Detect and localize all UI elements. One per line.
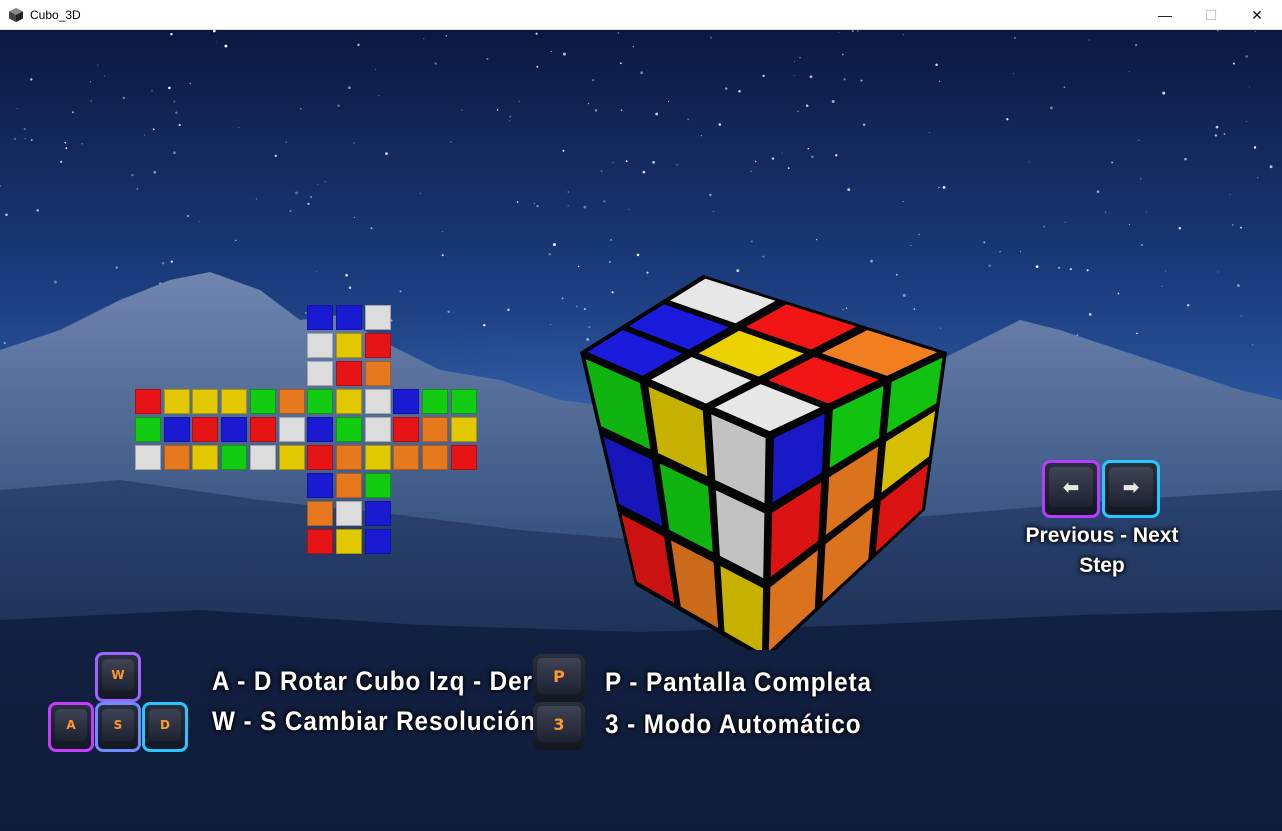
net-cell-back: [450, 445, 477, 470]
next-step-button[interactable]: ➡: [1102, 460, 1160, 518]
net-cell-bottom: [335, 529, 362, 554]
net-cell-top: [307, 333, 334, 358]
previous-step-button[interactable]: ⬅: [1042, 460, 1100, 518]
net-cell-front: [221, 445, 248, 470]
net-cell-back: [450, 389, 477, 414]
key-p-label: P: [553, 666, 565, 686]
close-icon: ✕: [1251, 6, 1263, 23]
instruction-auto-mode: 3 - Modo Automático: [605, 709, 862, 739]
maximize-icon: ☐: [1204, 6, 1218, 23]
net-cell-bottom: [307, 501, 334, 526]
net-cell-front: [249, 417, 276, 442]
p-3-keys: P 3: [533, 654, 588, 754]
key-p: P: [533, 654, 585, 702]
key-s-label: S: [113, 718, 123, 732]
net-cell-bottom: [364, 473, 391, 498]
instruction-fullscreen: P - Pantalla Completa: [605, 667, 872, 697]
scene-background: ⬅ ➡ Previous - Next Step W A S D A - D R…: [0, 30, 1282, 831]
net-cell-left: [135, 445, 161, 470]
net-cell-top: [364, 361, 391, 386]
net-cell-bottom: [307, 473, 334, 498]
key-w: W: [95, 652, 141, 702]
net-cell-bottom: [335, 473, 362, 498]
net-cell-back: [450, 417, 477, 442]
net-cell-left: [192, 445, 219, 470]
net-cell-front: [278, 389, 305, 414]
key-w-label: W: [111, 668, 125, 682]
step-label-line2: Step: [1079, 554, 1125, 577]
net-cell-top: [364, 305, 391, 330]
net-cell-right: [335, 417, 362, 442]
key-s: S: [95, 702, 141, 752]
arrow-right-icon: ➡: [1122, 475, 1140, 499]
key-d-label: D: [160, 718, 170, 732]
net-cell-front: [221, 417, 248, 442]
net-cell-top: [307, 305, 334, 330]
net-cell-front: [278, 445, 305, 470]
net-cell-right: [364, 389, 391, 414]
close-button[interactable]: ✕: [1234, 0, 1280, 30]
net-cell-back: [422, 417, 448, 442]
arrow-left-icon: ⬅: [1062, 475, 1080, 499]
net-cell-bottom: [364, 501, 391, 526]
net-cell-bottom: [335, 501, 362, 526]
key-3-label: 3: [553, 714, 565, 734]
key-3: 3: [533, 702, 585, 750]
net-cell-left: [163, 417, 190, 442]
net-cell-left: [135, 417, 161, 442]
step-controls: ⬅ ➡ Previous - Next Step: [1022, 458, 1182, 588]
net-cell-front: [278, 417, 305, 442]
instruction-resolution: W - S Cambiar Resolución: [212, 706, 537, 736]
net-cell-top: [335, 333, 362, 358]
net-cell-left: [192, 389, 219, 414]
wasd-keys: W A S D: [48, 650, 198, 760]
net-cell-back: [422, 445, 448, 470]
net-cell-right: [307, 389, 334, 414]
net-cell-back: [393, 445, 420, 470]
net-cell-top: [307, 361, 334, 386]
key-a-label: A: [66, 718, 76, 732]
window-titlebar: Cubo_3D — ☐ ✕: [0, 0, 1282, 30]
instruction-rotate: A - D Rotar Cubo Izq - Der: [212, 666, 533, 696]
net-cell-front: [221, 389, 248, 414]
minimize-button[interactable]: —: [1142, 0, 1188, 30]
key-d: D: [142, 702, 188, 752]
cube-unfolded-map: [135, 305, 479, 558]
maximize-button[interactable]: ☐: [1188, 0, 1234, 30]
net-cell-back: [393, 417, 420, 442]
net-cell-right: [335, 389, 362, 414]
key-a: A: [48, 702, 94, 752]
net-cell-top: [335, 361, 362, 386]
app-cube-icon: [9, 8, 23, 22]
step-label-line1: Previous - Next: [1025, 524, 1179, 547]
window-title: Cubo_3D: [30, 8, 81, 22]
net-cell-front: [249, 445, 276, 470]
net-cell-back: [422, 389, 448, 414]
net-cell-top: [335, 305, 362, 330]
net-cell-left: [192, 417, 219, 442]
net-cell-bottom: [364, 529, 391, 554]
net-cell-right: [364, 445, 391, 470]
rubiks-cube-3d[interactable]: [575, 240, 955, 650]
net-cell-left: [163, 389, 190, 414]
net-cell-right: [307, 445, 334, 470]
minimize-icon: —: [1158, 7, 1172, 23]
net-cell-right: [335, 445, 362, 470]
net-cell-left: [163, 445, 190, 470]
net-cell-left: [135, 389, 161, 414]
net-cell-right: [364, 417, 391, 442]
net-cell-right: [307, 417, 334, 442]
net-cell-bottom: [307, 529, 334, 554]
net-cell-back: [393, 389, 420, 414]
net-cell-top: [364, 333, 391, 358]
net-cell-front: [249, 389, 276, 414]
